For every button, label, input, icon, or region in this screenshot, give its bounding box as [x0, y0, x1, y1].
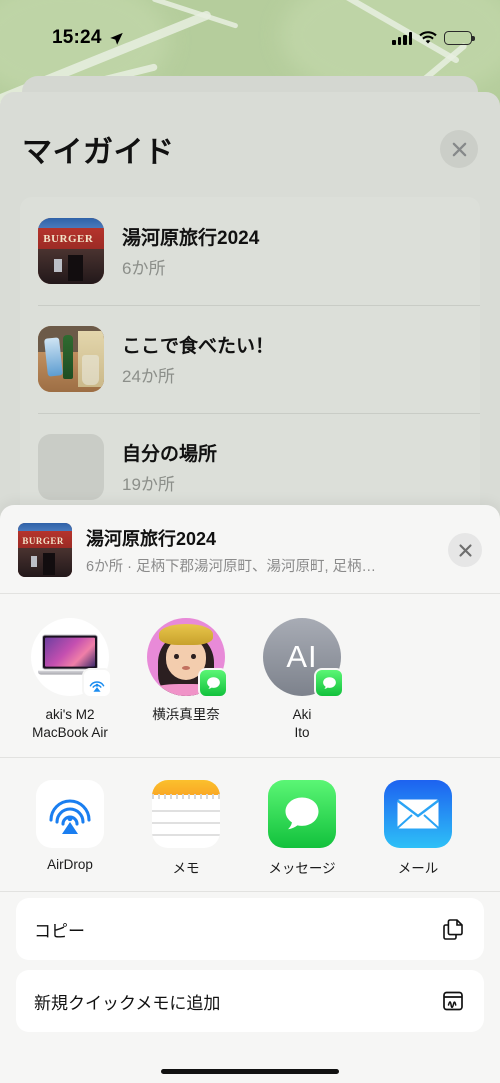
share-app-green[interactable] — [476, 780, 500, 857]
location-arrow-icon — [109, 32, 123, 45]
guide-name: 自分の場所 — [122, 444, 218, 465]
share-sheet-close-button[interactable] — [448, 533, 482, 567]
messages-icon — [268, 780, 336, 849]
list-item[interactable]: BURGER 湯河原旅行2024 6か所 — [20, 197, 480, 305]
airdrop-badge-icon — [82, 668, 112, 698]
app-label: メモ — [172, 861, 200, 877]
contact-name-line1: Aki — [292, 707, 312, 722]
guide-text: 湯河原旅行2024 6か所 — [122, 223, 259, 279]
share-target-contact-aki-ito[interactable]: AI Aki Ito — [244, 618, 360, 741]
notes-icon — [152, 780, 220, 849]
share-contacts-row[interactable]: aki's M2 MacBook Air 横浜真里奈 AI Aki Ito — [0, 594, 500, 757]
contact-name: Aki Ito — [293, 706, 312, 741]
action-label: 新規クイックメモに追加 — [34, 993, 221, 1013]
avatar-initials: AI — [286, 639, 318, 674]
cellular-signal-icon — [392, 32, 412, 45]
guide-place-count: 24か所 — [122, 367, 175, 386]
quick-note-icon — [440, 988, 466, 1014]
share-app-notes[interactable]: メモ — [128, 780, 244, 877]
message-bubble-icon — [322, 676, 336, 689]
share-actions-list: コピー 新規クイックメモに追加 — [0, 892, 500, 1033]
share-item-title: 湯河原旅行2024 — [86, 528, 217, 549]
action-add-quick-note[interactable]: 新規クイックメモに追加 — [16, 970, 484, 1033]
app-label: AirDrop — [47, 857, 93, 873]
share-item-thumbnail: BURGER — [18, 523, 72, 577]
page-title: マイガイド — [22, 136, 175, 169]
envelope-icon — [396, 799, 440, 829]
share-sheet-header: BURGER 湯河原旅行2024 6か所 · 足柄下郡湯河原町、湯河原町, 足柄… — [0, 505, 500, 593]
guides-close-button[interactable] — [440, 130, 478, 168]
share-item-subtitle: 6か所 · 足柄下郡湯河原町、湯河原町, 足柄… — [86, 558, 377, 575]
action-label: コピー — [34, 921, 85, 941]
home-indicator — [161, 1068, 339, 1074]
share-apps-row[interactable]: AirDrop メモ メッセージ メール — [0, 758, 500, 891]
message-bubble-icon — [285, 797, 319, 830]
avatar — [31, 618, 112, 698]
app-label: メッセージ — [268, 861, 336, 877]
guide-place-count: 19か所 — [122, 475, 175, 494]
share-sheet: BURGER 湯河原旅行2024 6か所 · 足柄下郡湯河原町、湯河原町, 足柄… — [0, 505, 500, 1083]
messages-badge-icon — [198, 668, 228, 698]
airdrop-icon — [36, 780, 104, 849]
close-icon — [458, 543, 472, 557]
wifi-icon — [419, 31, 437, 44]
guide-thumbnail-burger: BURGER — [38, 218, 104, 284]
guide-thumbnail-placeholder — [38, 434, 104, 500]
status-bar-clock: 15:24 — [52, 27, 102, 48]
guide-place-count: 6か所 — [122, 259, 166, 278]
share-app-mail[interactable]: メール — [360, 780, 476, 877]
status-bar-right — [392, 31, 475, 45]
airdrop-glyph-icon — [49, 799, 91, 835]
contact-name-line2: MacBook Air — [32, 724, 108, 740]
list-item[interactable]: ここで食べたい！ 24か所 — [20, 305, 480, 413]
guide-name: ここで食べたい！ — [122, 336, 275, 357]
avatar: AI — [263, 618, 344, 698]
mail-icon — [384, 780, 452, 849]
share-item-text: 湯河原旅行2024 6か所 · 足柄下郡湯河原町、湯河原町, 足柄… — [86, 525, 434, 576]
guide-thumbnail-drinks — [38, 326, 104, 392]
guide-text: ここで食べたい！ 24か所 — [122, 331, 274, 387]
my-guides-header: マイガイド — [0, 108, 500, 190]
contact-name: 横浜真里奈 — [152, 707, 220, 722]
status-bar-left: 15:24 — [52, 27, 124, 49]
contact-name-line1: aki's M2 — [45, 707, 95, 722]
copy-icon — [440, 916, 466, 942]
contact-name: aki's M2 MacBook Air — [32, 706, 108, 741]
share-app-messages[interactable]: メッセージ — [244, 780, 360, 877]
share-target-contact-yokohama[interactable]: 横浜真里奈 — [128, 618, 244, 724]
airdrop-glyph-icon — [89, 681, 105, 692]
avatar — [147, 618, 228, 698]
battery-low-power-icon — [444, 31, 475, 45]
action-copy[interactable]: コピー — [16, 898, 484, 961]
guide-name: 湯河原旅行2024 — [122, 228, 260, 249]
message-bubble-icon — [206, 676, 220, 689]
status-bar: 15:24 — [0, 0, 500, 62]
contact-name-line2: Ito — [294, 724, 310, 740]
guide-text: 自分の場所 19か所 — [122, 439, 217, 495]
messages-badge-icon — [314, 668, 344, 698]
app-label: メール — [397, 861, 439, 877]
close-icon — [452, 142, 466, 156]
share-app-airdrop[interactable]: AirDrop — [12, 780, 128, 872]
share-target-macbook[interactable]: aki's M2 MacBook Air — [12, 618, 128, 741]
